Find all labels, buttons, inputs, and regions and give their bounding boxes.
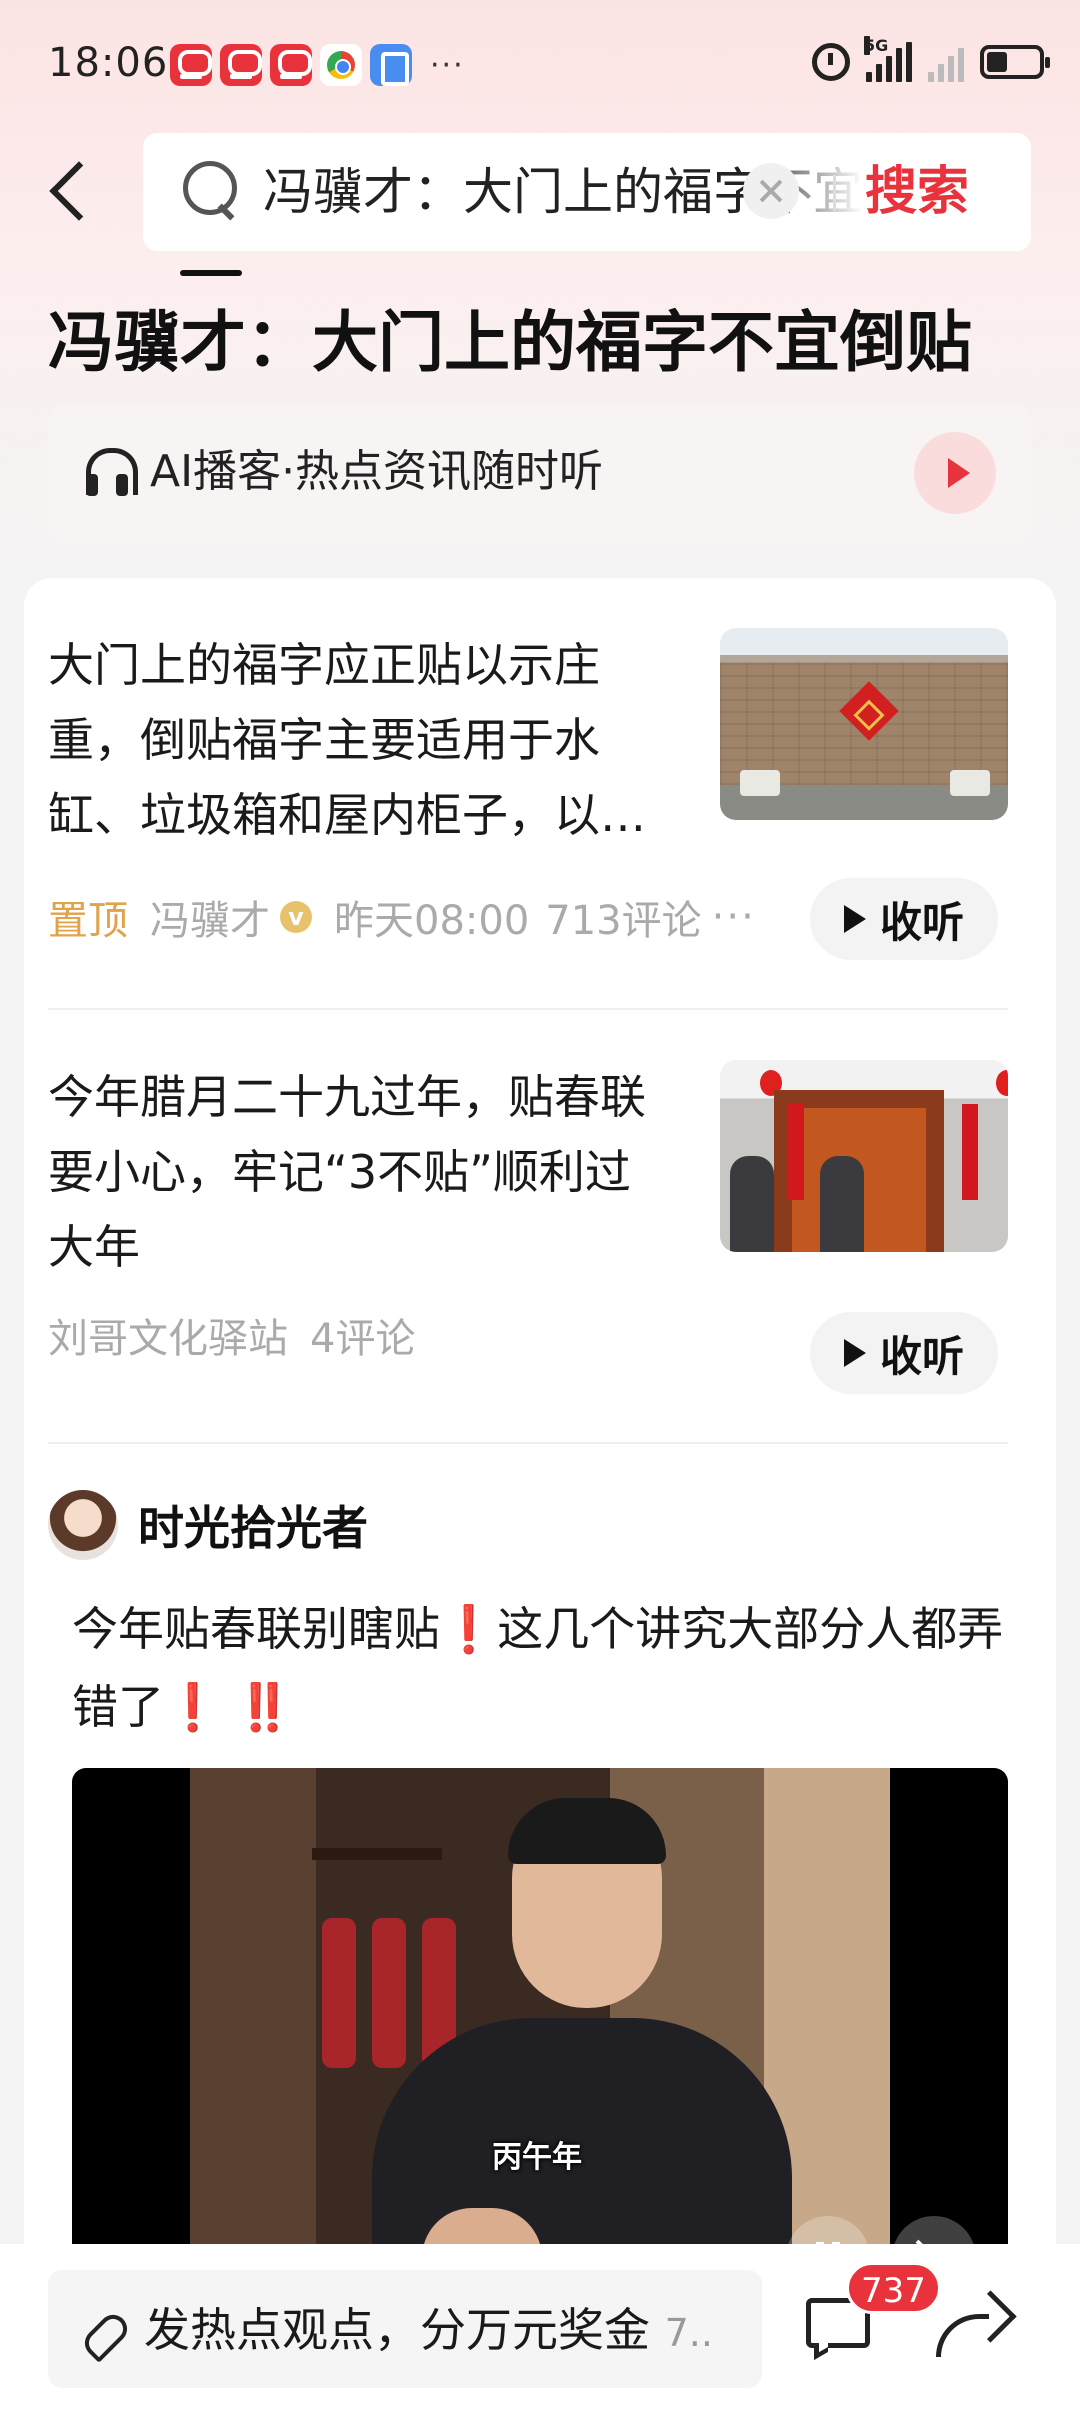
- news-thumbnail[interactable]: [720, 1060, 1008, 1252]
- pinned-tag: 置顶: [48, 898, 128, 944]
- more-icon[interactable]: ···: [712, 894, 756, 940]
- notification-icons: ···: [170, 44, 465, 86]
- system-icons: 5G: [812, 36, 1050, 82]
- post-text[interactable]: 今年贴春联别瞎贴❗这几个讲究大部分人都弄错了❗ ‼️: [72, 1590, 1022, 1746]
- separator: [48, 1442, 1008, 1444]
- listen-button[interactable]: 收听: [810, 1312, 998, 1394]
- news-author[interactable]: 冯骥才: [150, 888, 270, 946]
- battery-icon: [980, 45, 1050, 79]
- clear-search-button[interactable]: [743, 163, 799, 219]
- chrome-icon: [320, 44, 362, 86]
- news-comments: 713评论: [545, 898, 702, 944]
- play-icon: [843, 1339, 866, 1367]
- news-comments: 4评论: [310, 1316, 416, 1362]
- comment-placeholder: 发热点观点，分万元奖金 7..: [144, 2303, 713, 2357]
- tab-indicator: [180, 270, 242, 276]
- search-divider: [833, 175, 836, 211]
- search-box[interactable]: 冯骥才：大门上的福字不宜倒贴 搜索: [143, 133, 1031, 251]
- separator: [48, 1008, 1008, 1010]
- pen-icon: [82, 2308, 126, 2352]
- post-header[interactable]: 时光拾光者: [48, 1490, 368, 1560]
- search-button[interactable]: 搜索: [865, 159, 969, 225]
- ai-podcast-bar[interactable]: AI播客·热点资讯随时听: [48, 404, 1032, 542]
- bottom-bar: 发热点观点，分万元奖金 7.. 737: [0, 2244, 1080, 2412]
- more-notifications: ···: [430, 47, 465, 83]
- news-item[interactable]: 大门上的福字应正贴以示庄重，倒贴福字主要适用于水缸、垃圾箱和屋内柜子，以… 置顶…: [48, 628, 1008, 960]
- news-title[interactable]: 今年腊月二十九过年，贴春联要小心，牢记“3不贴”顺利过大年: [48, 1060, 668, 1285]
- status-time: 18:06: [48, 40, 169, 86]
- alarm-icon: [812, 43, 850, 81]
- security-icon: [370, 44, 412, 86]
- listen-button[interactable]: 收听: [810, 878, 998, 960]
- listen-label: 收听: [879, 1331, 964, 1381]
- news-meta: 置顶 冯骥才 v 昨天08:00 713评论 ···: [48, 888, 756, 946]
- verified-icon: v: [280, 901, 312, 933]
- podcast-play-button[interactable]: [914, 432, 996, 514]
- news-meta: 刘哥文化驿站 4评论: [48, 1306, 415, 1364]
- play-icon: [843, 905, 866, 933]
- avatar[interactable]: [48, 1490, 118, 1560]
- news-item[interactable]: 今年腊月二十九过年，贴春联要小心，牢记“3不贴”顺利过大年 刘哥文化驿站 4评论…: [48, 1060, 1008, 1394]
- toutiao-icon: [170, 44, 212, 86]
- toutiao-icon: [220, 44, 262, 86]
- signal-secondary-icon: [928, 42, 964, 82]
- podcast-label: AI播客·热点资讯随时听: [150, 446, 604, 497]
- page-title: 冯骥才：大门上的福字不宜倒贴: [48, 304, 972, 381]
- news-title[interactable]: 大门上的福字应正贴以示庄重，倒贴福字主要适用于水缸、垃圾箱和屋内柜子，以…: [48, 628, 668, 853]
- share-icon[interactable]: [936, 2294, 1008, 2358]
- signal-5g-icon: 5G: [864, 36, 912, 82]
- news-time: 昨天08:00: [334, 898, 530, 944]
- headphone-icon: [86, 448, 138, 498]
- comment-input[interactable]: 发热点观点，分万元奖金 7..: [48, 2270, 762, 2388]
- status-bar: 18:06 ··· 5G: [0, 0, 1080, 130]
- news-thumbnail[interactable]: [720, 628, 1008, 820]
- post-author[interactable]: 时光拾光者: [138, 1492, 368, 1558]
- video-caption: 丙午年: [492, 2140, 582, 2175]
- back-button[interactable]: [42, 150, 102, 230]
- listen-label: 收听: [879, 897, 964, 947]
- news-author[interactable]: 刘哥文化驿站: [48, 1306, 288, 1364]
- toutiao-icon: [270, 44, 312, 86]
- search-icon: [183, 161, 239, 221]
- comment-count-badge: 737: [846, 2262, 941, 2314]
